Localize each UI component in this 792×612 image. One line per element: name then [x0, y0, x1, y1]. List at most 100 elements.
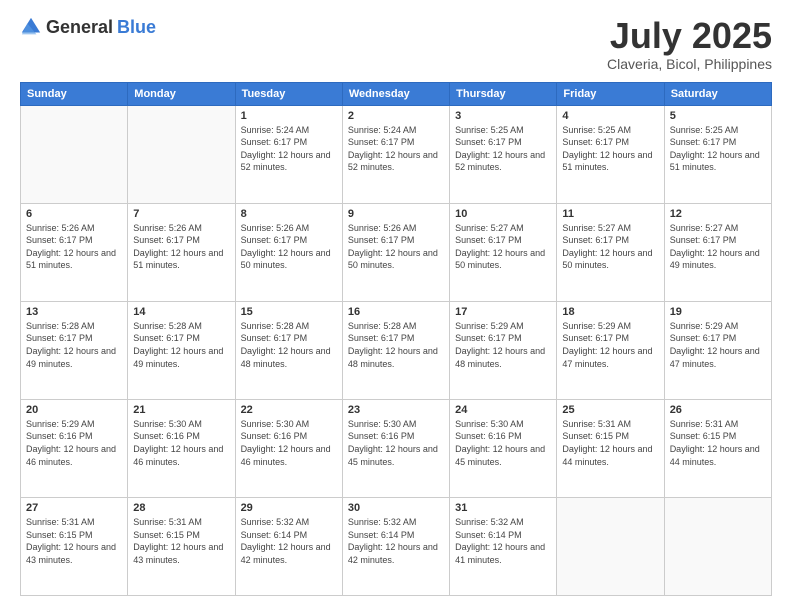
table-row	[664, 497, 771, 595]
table-row	[557, 497, 664, 595]
day-info: Sunrise: 5:31 AMSunset: 6:15 PMDaylight:…	[133, 516, 229, 566]
header-friday: Friday	[557, 82, 664, 105]
day-number: 11	[562, 208, 658, 220]
day-number: 27	[26, 502, 122, 514]
calendar-table: Sunday Monday Tuesday Wednesday Thursday…	[20, 82, 772, 596]
day-info: Sunrise: 5:30 AMSunset: 6:16 PMDaylight:…	[455, 418, 551, 468]
day-info: Sunrise: 5:27 AMSunset: 6:17 PMDaylight:…	[670, 222, 766, 272]
day-info: Sunrise: 5:31 AMSunset: 6:15 PMDaylight:…	[670, 418, 766, 468]
day-number: 14	[133, 306, 229, 318]
day-number: 19	[670, 306, 766, 318]
table-row: 23Sunrise: 5:30 AMSunset: 6:16 PMDayligh…	[342, 399, 449, 497]
day-number: 13	[26, 306, 122, 318]
day-number: 20	[26, 404, 122, 416]
day-info: Sunrise: 5:26 AMSunset: 6:17 PMDaylight:…	[348, 222, 444, 272]
day-info: Sunrise: 5:24 AMSunset: 6:17 PMDaylight:…	[348, 124, 444, 174]
table-row: 10 Sunrise: 5:27 AMSunset: 6:17 PMDayligh…	[450, 203, 557, 301]
day-number: 22	[241, 404, 337, 416]
day-number: 4	[562, 110, 658, 122]
table-row: 28 Sunrise: 5:31 AMSunset: 6:15 PMDayligh…	[128, 497, 235, 595]
day-number: 28	[133, 502, 229, 514]
table-row: 1Sunrise: 5:24 AMSunset: 6:17 PMDaylight…	[235, 105, 342, 203]
table-row: 12Sunrise: 5:27 AMSunset: 6:17 PMDayligh…	[664, 203, 771, 301]
table-row: 3Sunrise: 5:25 AMSunset: 6:17 PMDaylight…	[450, 105, 557, 203]
day-number: 10	[455, 208, 551, 220]
table-row: 11 Sunrise: 5:27 AMSunset: 6:17 PMDayligh…	[557, 203, 664, 301]
header-saturday: Saturday	[664, 82, 771, 105]
day-info: Sunrise: 5:29 AMSunset: 6:17 PMDaylight:…	[455, 320, 551, 370]
table-row	[21, 105, 128, 203]
day-info: Sunrise: 5:31 AMSunset: 6:15 PMDaylight:…	[562, 418, 658, 468]
table-row: 20 Sunrise: 5:29 AMSunset: 6:16 PMDayligh…	[21, 399, 128, 497]
day-number: 16	[348, 306, 444, 318]
table-row: 29Sunrise: 5:32 AMSunset: 6:14 PMDayligh…	[235, 497, 342, 595]
day-number: 7	[133, 208, 229, 220]
day-info: Sunrise: 5:27 AMSunset: 6:17 PMDaylight:…	[562, 222, 658, 272]
title-block: July 2025 Claveria, Bicol, Philippines	[607, 16, 772, 72]
logo-blue: Blue	[117, 17, 156, 38]
table-row: 4 Sunrise: 5:25 AMSunset: 6:17 PMDaylight…	[557, 105, 664, 203]
day-info: Sunrise: 5:29 AMSunset: 6:17 PMDaylight:…	[562, 320, 658, 370]
day-info: Sunrise: 5:27 AMSunset: 6:17 PMDaylight:…	[455, 222, 551, 272]
header-wednesday: Wednesday	[342, 82, 449, 105]
week-row-4: 27 Sunrise: 5:31 AMSunset: 6:15 PMDayligh…	[21, 497, 772, 595]
day-info: Sunrise: 5:28 AMSunset: 6:17 PMDaylight:…	[26, 320, 122, 370]
day-number: 5	[670, 110, 766, 122]
day-info: Sunrise: 5:29 AMSunset: 6:16 PMDaylight:…	[26, 418, 122, 468]
table-row: 6Sunrise: 5:26 AMSunset: 6:17 PMDaylight…	[21, 203, 128, 301]
day-info: Sunrise: 5:25 AMSunset: 6:17 PMDaylight:…	[562, 124, 658, 174]
day-number: 15	[241, 306, 337, 318]
day-number: 31	[455, 502, 551, 514]
month-title: July 2025	[607, 16, 772, 56]
day-number: 25	[562, 404, 658, 416]
table-row: 5 Sunrise: 5:25 AMSunset: 6:17 PMDaylight…	[664, 105, 771, 203]
table-row: 13 Sunrise: 5:28 AMSunset: 6:17 PMDayligh…	[21, 301, 128, 399]
page: GeneralBlue July 2025 Claveria, Bicol, P…	[0, 0, 792, 612]
day-number: 8	[241, 208, 337, 220]
logo: GeneralBlue	[20, 16, 156, 38]
table-row	[128, 105, 235, 203]
table-row: 16 Sunrise: 5:28 AMSunset: 6:17 PMDayligh…	[342, 301, 449, 399]
header: GeneralBlue July 2025 Claveria, Bicol, P…	[20, 16, 772, 72]
day-number: 30	[348, 502, 444, 514]
day-info: Sunrise: 5:31 AMSunset: 6:15 PMDaylight:…	[26, 516, 122, 566]
day-number: 18	[562, 306, 658, 318]
table-row: 26Sunrise: 5:31 AMSunset: 6:15 PMDayligh…	[664, 399, 771, 497]
weekday-header-row: Sunday Monday Tuesday Wednesday Thursday…	[21, 82, 772, 105]
table-row: 7 Sunrise: 5:26 AMSunset: 6:17 PMDaylight…	[128, 203, 235, 301]
header-thursday: Thursday	[450, 82, 557, 105]
day-info: Sunrise: 5:28 AMSunset: 6:17 PMDaylight:…	[133, 320, 229, 370]
header-tuesday: Tuesday	[235, 82, 342, 105]
header-sunday: Sunday	[21, 82, 128, 105]
day-info: Sunrise: 5:25 AMSunset: 6:17 PMDaylight:…	[670, 124, 766, 174]
day-number: 1	[241, 110, 337, 122]
table-row: 19 Sunrise: 5:29 AMSunset: 6:17 PMDayligh…	[664, 301, 771, 399]
table-row: 8 Sunrise: 5:26 AMSunset: 6:17 PMDaylight…	[235, 203, 342, 301]
table-row: 25 Sunrise: 5:31 AMSunset: 6:15 PMDayligh…	[557, 399, 664, 497]
table-row: 14 Sunrise: 5:28 AMSunset: 6:17 PMDayligh…	[128, 301, 235, 399]
table-row: 31 Sunrise: 5:32 AMSunset: 6:14 PMDayligh…	[450, 497, 557, 595]
week-row-2: 13 Sunrise: 5:28 AMSunset: 6:17 PMDayligh…	[21, 301, 772, 399]
day-info: Sunrise: 5:30 AMSunset: 6:16 PMDaylight:…	[133, 418, 229, 468]
day-number: 21	[133, 404, 229, 416]
day-info: Sunrise: 5:26 AMSunset: 6:17 PMDaylight:…	[241, 222, 337, 272]
day-info: Sunrise: 5:30 AMSunset: 6:16 PMDaylight:…	[348, 418, 444, 468]
day-info: Sunrise: 5:32 AMSunset: 6:14 PMDaylight:…	[348, 516, 444, 566]
day-info: Sunrise: 5:28 AMSunset: 6:17 PMDaylight:…	[348, 320, 444, 370]
day-info: Sunrise: 5:26 AMSunset: 6:17 PMDaylight:…	[133, 222, 229, 272]
logo-general: General	[46, 17, 113, 38]
table-row: 22 Sunrise: 5:30 AMSunset: 6:16 PMDayligh…	[235, 399, 342, 497]
table-row: 9 Sunrise: 5:26 AMSunset: 6:17 PMDaylight…	[342, 203, 449, 301]
table-row: 18 Sunrise: 5:29 AMSunset: 6:17 PMDayligh…	[557, 301, 664, 399]
table-row: 21 Sunrise: 5:30 AMSunset: 6:16 PMDayligh…	[128, 399, 235, 497]
table-row: 2Sunrise: 5:24 AMSunset: 6:17 PMDaylight…	[342, 105, 449, 203]
week-row-0: 1 Sunrise: 5:24 AMSunset: 6:17 PMDaylight…	[21, 105, 772, 203]
day-info: Sunrise: 5:32 AMSunset: 6:14 PMDaylight:…	[455, 516, 551, 566]
day-number: 9	[348, 208, 444, 220]
logo-icon	[20, 16, 42, 38]
week-row-1: 6 Sunrise: 5:26 AMSunset: 6:17 PMDaylight…	[21, 203, 772, 301]
day-info: Sunrise: 5:30 AMSunset: 6:16 PMDaylight:…	[241, 418, 337, 468]
day-number: 6	[26, 208, 122, 220]
day-info: Sunrise: 5:29 AMSunset: 6:17 PMDaylight:…	[670, 320, 766, 370]
table-row: 15Sunrise: 5:28 AMSunset: 6:17 PMDayligh…	[235, 301, 342, 399]
